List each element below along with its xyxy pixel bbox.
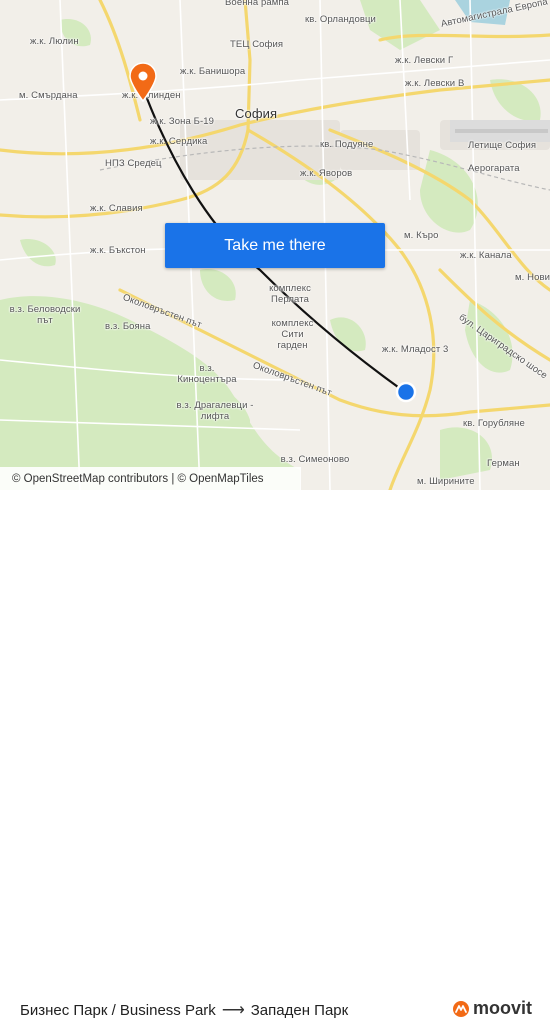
take-me-there-button[interactable]: Take me there [165, 223, 385, 268]
map-label: Военна рампа [225, 0, 290, 8]
map-label: м. Смърдана [19, 90, 78, 101]
map-label: м. Ширините [417, 476, 475, 487]
map-label: ж.к. Люлин [30, 36, 79, 47]
map-label: ж.к. Яворов [300, 168, 353, 179]
map-label: Аерогарата [468, 163, 520, 174]
arrow-right-icon: ⟶ [221, 1002, 245, 1019]
map-label: ж.к. Банишора [180, 66, 246, 77]
map-label: Герман [487, 458, 520, 469]
destination-stop-name: Западен Парк [250, 1001, 349, 1019]
map-label: ж.к. Зона Б-19 [150, 116, 214, 127]
map-label: в.з. Драгалевци - лифта [176, 400, 254, 422]
map-label: комплекс Сити гарден [271, 318, 314, 351]
map-label: ж.к. Левски В [405, 78, 465, 89]
map-label: НПЗ Средец [105, 158, 162, 169]
map-label: в.з. Беловодски път [9, 304, 81, 326]
map-label: кв. Подуяне [320, 139, 374, 150]
map-label: комплекс Перлата [269, 283, 311, 305]
moovit-logo-text: moovit [472, 998, 532, 1018]
map-attribution[interactable]: © OpenStreetMap contributors | © OpenMap… [0, 467, 301, 490]
map-label: ж.к. Бъкстон [90, 245, 146, 256]
map-label: кв. Горубляне [463, 418, 525, 429]
origin-dot-icon[interactable] [395, 381, 417, 403]
route-summary: Бизнес Парк / Business Park ⟶ Западен Па… [20, 1000, 348, 1020]
map-label: кв. Орландовци [305, 14, 376, 25]
map-label: в.з. Симеоново [280, 454, 350, 465]
moovit-logo[interactable]: moovit [452, 998, 532, 1019]
map-label: м. Нови [515, 272, 550, 283]
origin-stop-name: Бизнес Парк / Business Park [20, 1001, 216, 1019]
map-label-city: София [235, 106, 278, 121]
map-label: ТЕЦ София [230, 39, 284, 50]
map-label: ж.к. Младост 3 [382, 344, 449, 355]
footer-bar: Бизнес Парк / Business Park ⟶ Западен Па… [0, 490, 550, 1019]
map-label: ж.к. Левски Г [395, 55, 454, 66]
map-label: в.з. Киноцентъра [177, 363, 237, 385]
map-label: м. Къро [404, 230, 439, 241]
map-label: ж.к. Славия [90, 203, 143, 214]
map-label: Летище София [468, 140, 537, 151]
map-label: в.з. Бояна [105, 321, 151, 332]
route-map[interactable]: Военна рампа ж.к. Люлин кв. Орландовци А… [0, 0, 550, 490]
destination-pin-icon[interactable] [128, 62, 158, 102]
map-label: ж.к. Канала [460, 250, 512, 261]
map-label: ж.к. Сердика [150, 136, 208, 147]
moovit-logo-icon [452, 1000, 469, 1017]
